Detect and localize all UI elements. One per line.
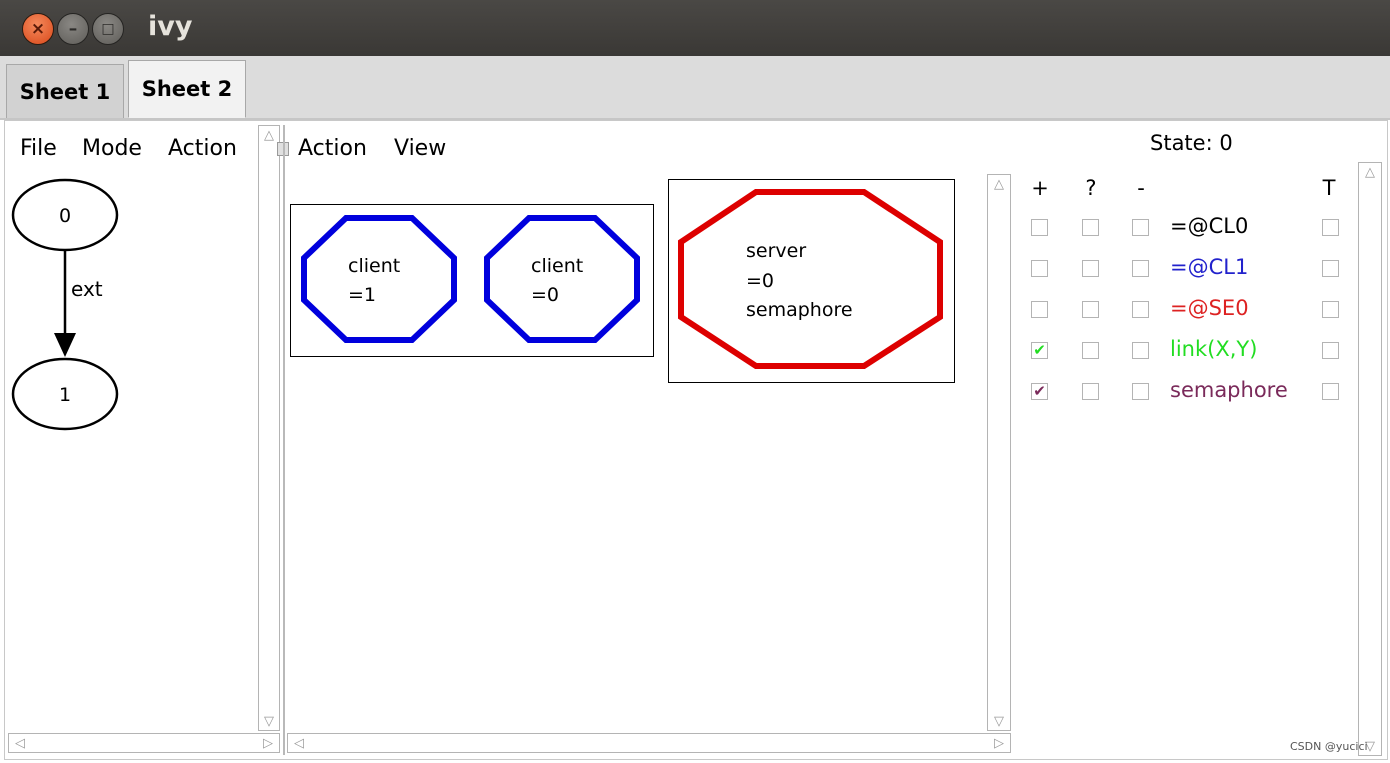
window-minimize-button[interactable]: – <box>57 13 89 45</box>
checkbox-plus-row-3[interactable] <box>1031 301 1048 318</box>
scroll-down-icon[interactable]: ▽ <box>988 712 1010 730</box>
client-node-1-label: client =1 <box>348 252 400 310</box>
scroll-up-icon[interactable]: △ <box>259 126 279 144</box>
client-node-1-line-2: =1 <box>348 284 377 306</box>
state-label: State: 0 <box>1150 131 1233 155</box>
checkbox-t-row-1[interactable] <box>1322 219 1339 236</box>
client-node-1-line-1: client <box>348 255 401 277</box>
checkbox-plus-row-4[interactable]: ✔ <box>1031 342 1048 359</box>
checkbox-query-row-4[interactable] <box>1082 342 1099 359</box>
close-icon: × <box>30 19 46 39</box>
graph-node-1-label: 1 <box>59 384 71 406</box>
pane-divider <box>283 125 285 755</box>
graph-edge-label: ext <box>71 277 103 301</box>
checkbox-query-row-2[interactable] <box>1082 260 1099 277</box>
scroll-up-icon[interactable]: △ <box>988 175 1010 193</box>
checkbox-minus-row-3[interactable] <box>1132 301 1149 318</box>
atom-label: semaphore <box>1170 378 1288 402</box>
atom-label: link(X,Y) <box>1170 337 1258 361</box>
checkbox-minus-row-1[interactable] <box>1132 219 1149 236</box>
checkbox-query-row-5[interactable] <box>1082 383 1099 400</box>
checkbox-minus-row-5[interactable] <box>1132 383 1149 400</box>
left-horizontal-scrollbar[interactable]: ◁ ▷ <box>8 733 280 753</box>
watermark: CSDN @yucici <box>1290 740 1368 753</box>
state-graph: 0 ext 1 <box>11 178 119 431</box>
checkbox-plus-row-2[interactable] <box>1031 260 1048 277</box>
column-header-t: T <box>1322 176 1336 200</box>
checkbox-t-row-3[interactable] <box>1322 301 1339 318</box>
server-node-line-2: =0 <box>746 269 775 292</box>
checkbox-plus-row-1[interactable] <box>1031 219 1048 236</box>
checkmark-icon: ✔ <box>1033 382 1046 400</box>
checkbox-minus-row-2[interactable] <box>1132 260 1149 277</box>
atom-label: =@CL0 <box>1170 214 1249 238</box>
checkbox-t-row-4[interactable] <box>1322 342 1339 359</box>
scroll-right-icon[interactable]: ▷ <box>257 734 279 752</box>
scroll-down-icon[interactable]: ▽ <box>259 712 279 730</box>
middle-vertical-scrollbar[interactable]: △ ▽ <box>987 174 1011 731</box>
maximize-icon: □ <box>101 21 115 37</box>
scroll-right-icon[interactable]: ▷ <box>988 734 1010 752</box>
checkmark-icon: ✔ <box>1033 341 1046 359</box>
server-node-label: server =0 semaphore <box>746 237 853 326</box>
column-header-query: ? <box>1085 176 1097 200</box>
scroll-up-icon[interactable]: △ <box>1359 163 1381 181</box>
client-node-0-line-2: =0 <box>531 284 560 306</box>
column-header-minus: - <box>1137 176 1145 200</box>
left-vertical-scrollbar[interactable]: △ ▽ <box>258 125 280 731</box>
checkbox-t-row-5[interactable] <box>1322 383 1339 400</box>
window-title: ivy <box>148 11 193 42</box>
menu-view[interactable]: View <box>394 136 446 161</box>
menu-action-middle[interactable]: Action <box>298 136 367 161</box>
atom-label: =@SE0 <box>1170 296 1249 320</box>
client-node-0-label: client =0 <box>531 252 583 310</box>
tab-sheet-2[interactable]: Sheet 2 <box>128 60 246 118</box>
graph-node-0-label: 0 <box>59 205 71 227</box>
checkbox-query-row-3[interactable] <box>1082 301 1099 318</box>
column-header-plus: + <box>1031 176 1049 200</box>
scroll-left-icon[interactable]: ◁ <box>288 734 310 752</box>
server-node-line-3: semaphore <box>746 299 853 321</box>
tab-sheet-1[interactable]: Sheet 1 <box>6 64 124 118</box>
title-bar <box>0 0 1390 56</box>
graph-edge-arrowhead <box>54 333 76 357</box>
client-node-0-line-1: client <box>531 255 584 277</box>
menu-mode[interactable]: Mode <box>82 136 142 161</box>
checkbox-query-row-1[interactable] <box>1082 219 1099 236</box>
server-node-line-1: server <box>746 240 807 262</box>
checkbox-t-row-2[interactable] <box>1322 260 1339 277</box>
menu-file[interactable]: File <box>20 136 57 161</box>
minimize-icon: – <box>68 19 78 39</box>
middle-horizontal-scrollbar[interactable]: ◁ ▷ <box>287 733 1011 753</box>
checkbox-minus-row-4[interactable] <box>1132 342 1149 359</box>
right-vertical-scrollbar[interactable]: △ ▽ <box>1358 162 1382 756</box>
menu-action-left[interactable]: Action <box>168 136 237 161</box>
window-close-button[interactable]: × <box>22 13 54 45</box>
window-maximize-button[interactable]: □ <box>92 13 124 45</box>
checkbox-plus-row-5[interactable]: ✔ <box>1031 383 1048 400</box>
atom-label: =@CL1 <box>1170 255 1249 279</box>
scroll-left-icon[interactable]: ◁ <box>9 734 31 752</box>
